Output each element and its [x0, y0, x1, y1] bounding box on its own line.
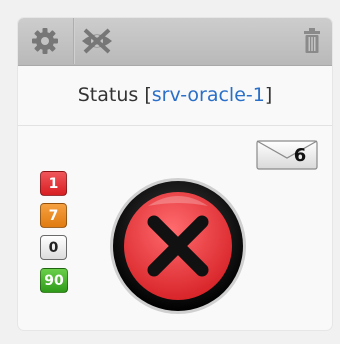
host-link[interactable]: srv-oracle-1 — [152, 84, 265, 106]
warning-count-badge[interactable]: 7 — [40, 203, 67, 228]
bracket-open: [ — [144, 84, 152, 106]
widget-toolbar — [18, 18, 332, 66]
ok-count-badge[interactable]: 90 — [40, 268, 68, 293]
hidden-eye-icon[interactable] — [78, 18, 116, 64]
status-title: Status [srv-oracle-1] — [18, 65, 332, 126]
trash-icon[interactable] — [298, 18, 326, 64]
critical-count-badge[interactable]: 1 — [40, 171, 67, 196]
status-label: Status — [77, 84, 139, 106]
error-x-icon — [108, 176, 248, 320]
toolbar-divider — [73, 18, 75, 64]
gear-icon[interactable] — [26, 18, 64, 64]
bracket-close: ] — [264, 84, 273, 106]
status-widget: Status [srv-oracle-1] 1 7 0 90 6 — [18, 18, 332, 330]
message-count[interactable]: 6 — [282, 140, 318, 170]
unknown-count-badge[interactable]: 0 — [40, 235, 67, 260]
